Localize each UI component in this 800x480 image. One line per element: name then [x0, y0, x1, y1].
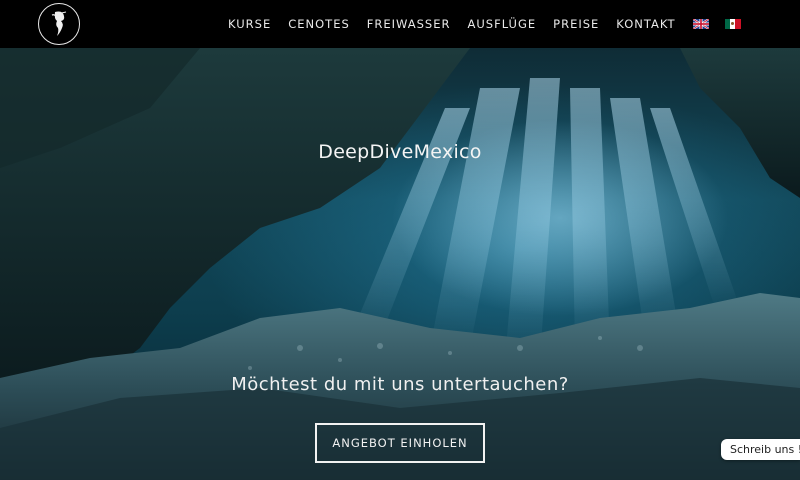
site-header: KURSE CENOTES FREIWASSER AUSFLÜGE PREISE… — [0, 0, 800, 48]
seahorse-logo-icon[interactable] — [38, 3, 80, 45]
hero-subtitle: Möchtest du mit uns untertauchen? — [231, 374, 569, 395]
mexico-flag-icon[interactable] — [724, 19, 741, 29]
nav-item-cenotes[interactable]: CENOTES — [288, 17, 350, 31]
hero-section: DeepDiveMexico Möchtest du mit uns unter… — [0, 48, 800, 480]
nav-item-freiwasser[interactable]: FREIWASSER — [367, 17, 451, 31]
uk-flag-icon[interactable] — [692, 19, 709, 29]
nav-item-kontakt[interactable]: KONTAKT — [616, 17, 675, 31]
nav-item-preise[interactable]: PREISE — [553, 17, 599, 31]
underwater-cave-background — [0, 48, 800, 480]
chat-button[interactable]: Schreib uns ! — [721, 439, 800, 460]
main-nav: KURSE CENOTES FREIWASSER AUSFLÜGE PREISE… — [228, 0, 757, 48]
request-offer-button[interactable]: ANGEBOT EINHOLEN — [315, 423, 485, 463]
hero-title: DeepDiveMexico — [318, 141, 482, 163]
nav-item-kurse[interactable]: KURSE — [228, 17, 271, 31]
nav-item-ausfluege[interactable]: AUSFLÜGE — [468, 17, 537, 31]
